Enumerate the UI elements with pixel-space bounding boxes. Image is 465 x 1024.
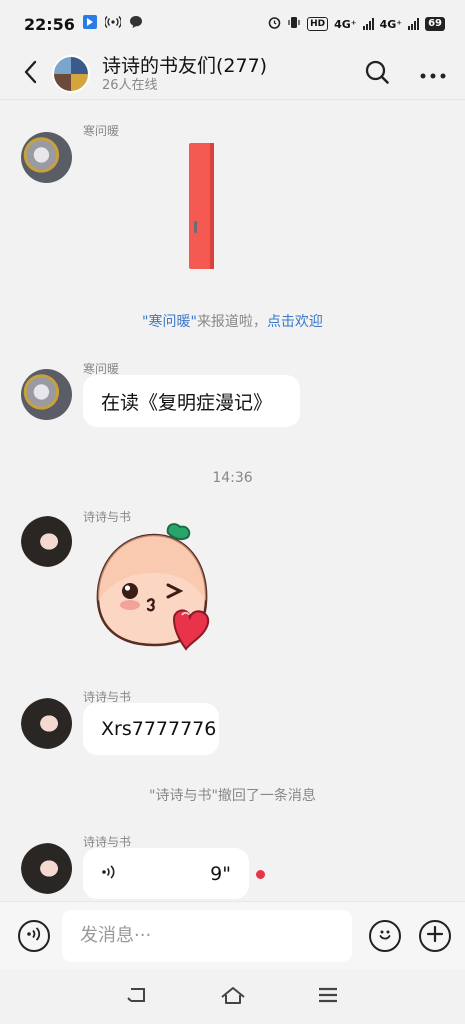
voice-icon — [25, 926, 43, 946]
hotspot-icon — [104, 15, 122, 33]
unread-dot — [256, 870, 265, 879]
search-icon — [364, 59, 390, 89]
time-divider: 14:36 — [212, 470, 253, 486]
chat-header: 诗诗的书友们(277) 26人在线 — [0, 48, 465, 100]
avatar[interactable] — [21, 843, 72, 894]
system-join-message: "寒问暖"来报道啦，点击欢迎 — [0, 311, 465, 331]
avatar[interactable] — [21, 698, 72, 749]
input-bar — [0, 901, 465, 969]
system-nav-bar — [0, 969, 465, 1024]
home-icon — [220, 985, 246, 1009]
message-text: 在读《复明症漫记》 — [101, 391, 273, 414]
avatar[interactable] — [21, 369, 72, 420]
signal2-icon — [408, 18, 420, 30]
search-button[interactable] — [363, 60, 391, 88]
status-bar: 22:56 HD 4G⁺ 4G⁺ 69 — [0, 0, 465, 48]
avatar[interactable] — [21, 516, 72, 567]
add-button[interactable] — [419, 919, 451, 952]
welcome-link[interactable]: 点击欢迎 — [267, 314, 323, 330]
message-bubble[interactable]: Xrs7777776 — [83, 703, 219, 755]
joined-user-link[interactable]: "寒问暖" — [142, 314, 197, 330]
sender-name: 寒问暖 — [83, 124, 120, 138]
emoji-button[interactable] — [369, 919, 401, 952]
nav-menu-button[interactable] — [313, 982, 343, 1012]
battery-indicator: 69 — [425, 17, 445, 31]
signal1-icon — [362, 18, 374, 30]
voice-duration: 9" — [210, 862, 231, 885]
message-input[interactable] — [62, 909, 352, 962]
avatar[interactable] — [21, 132, 72, 183]
group-avatar[interactable] — [52, 54, 90, 93]
message-notification-icon — [129, 15, 143, 33]
join-text: 来报道啦， — [196, 314, 267, 330]
net1-label: 4G⁺ — [334, 17, 357, 31]
nav-back-button[interactable] — [123, 982, 153, 1012]
net2-label: 4G⁺ — [379, 17, 403, 31]
vibrate-icon — [287, 16, 301, 32]
plus-icon — [426, 925, 444, 947]
menu-icon — [318, 987, 338, 1007]
status-time: 22:56 — [24, 14, 75, 34]
back-button[interactable] — [18, 59, 42, 89]
alarm-icon — [268, 16, 281, 32]
voice-message-bubble[interactable]: 9" — [83, 848, 249, 899]
recall-notice: "诗诗与书"撤回了一条消息 — [149, 788, 316, 804]
sticker-message[interactable] — [90, 523, 218, 653]
nav-home-button[interactable] — [218, 982, 248, 1012]
voice-wave-icon — [101, 863, 117, 885]
group-title: 诗诗的书友们(277) — [102, 54, 268, 77]
voice-input-button[interactable] — [18, 919, 50, 952]
chevron-left-icon — [23, 60, 37, 88]
message-bubble[interactable]: 在读《复明症漫记》 — [83, 375, 300, 427]
image-message[interactable] — [189, 143, 214, 269]
chat-message-list[interactable]: 寒问暖 "寒问暖"来报道啦，点击欢迎 寒问暖 在读《复明症漫记》 14:36 诗… — [0, 101, 465, 901]
return-icon — [126, 986, 149, 1008]
more-button[interactable] — [419, 60, 447, 88]
more-dots-icon — [420, 64, 446, 83]
message-text: Xrs7777776 — [101, 718, 217, 740]
hd-badge: HD — [307, 17, 329, 31]
title-block[interactable]: 诗诗的书友们(277) 26人在线 — [102, 54, 267, 94]
app-notification-icon — [82, 15, 97, 33]
emoji-icon — [375, 924, 395, 948]
online-count: 26人在线 — [102, 77, 158, 93]
